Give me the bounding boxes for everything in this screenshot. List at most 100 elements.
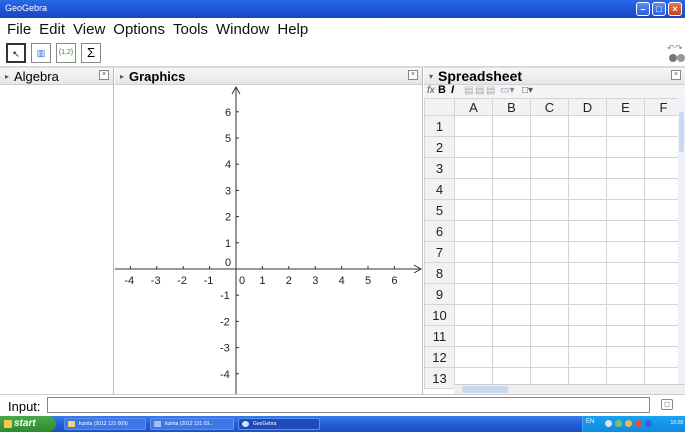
cell-e10[interactable]: [606, 304, 645, 326]
row-header-9[interactable]: 9: [424, 283, 455, 305]
cell-c3[interactable]: [530, 157, 569, 179]
cell-a3[interactable]: [454, 157, 493, 179]
row-header-10[interactable]: 10: [424, 304, 455, 326]
redo-icon[interactable]: ↷: [675, 43, 685, 53]
cell-f1[interactable]: [644, 115, 683, 137]
formula-icon[interactable]: fx: [427, 85, 435, 96]
row-header-7[interactable]: 7: [424, 241, 455, 263]
italic-button[interactable]: I: [451, 84, 454, 96]
cell-f12[interactable]: [644, 346, 683, 368]
cell-a1[interactable]: [454, 115, 493, 137]
cell-b7[interactable]: [492, 241, 531, 263]
cell-f9[interactable]: [644, 283, 683, 305]
cell-a8[interactable]: [454, 262, 493, 284]
column-header-f[interactable]: F: [644, 98, 683, 116]
cell-f7[interactable]: [644, 241, 683, 263]
cell-c12[interactable]: [530, 346, 569, 368]
cell-b3[interactable]: [492, 157, 531, 179]
cell-c2[interactable]: [530, 136, 569, 158]
cell-d3[interactable]: [568, 157, 607, 179]
cell-e9[interactable]: [606, 283, 645, 305]
cell-c1[interactable]: [530, 115, 569, 137]
cell-b11[interactable]: [492, 325, 531, 347]
taskbar-item-geogebra[interactable]: GeoGebra: [238, 418, 320, 430]
row-header-3[interactable]: 3: [424, 157, 455, 179]
cell-e4[interactable]: [606, 178, 645, 200]
cell-c7[interactable]: [530, 241, 569, 263]
cell-d7[interactable]: [568, 241, 607, 263]
menu-view[interactable]: View: [73, 21, 105, 38]
spreadsheet-vertical-scrollbar[interactable]: [678, 98, 685, 384]
cell-e5[interactable]: [606, 199, 645, 221]
cell-a10[interactable]: [454, 304, 493, 326]
network-icon[interactable]: [605, 420, 612, 427]
align-center-icon[interactable]: ▤: [475, 85, 484, 96]
collapse-icon[interactable]: ▸: [120, 72, 124, 81]
algebra-close-icon[interactable]: ×: [99, 70, 109, 80]
cell-e12[interactable]: [606, 346, 645, 368]
cell-d8[interactable]: [568, 262, 607, 284]
cell-a5[interactable]: [454, 199, 493, 221]
maximize-button[interactable]: □: [652, 2, 666, 16]
cell-e2[interactable]: [606, 136, 645, 158]
algebra-panel[interactable]: ▸ Algebra ×: [0, 67, 114, 394]
menu-edit[interactable]: Edit: [39, 21, 65, 38]
menu-window[interactable]: Window: [216, 21, 269, 38]
cell-b1[interactable]: [492, 115, 531, 137]
cell-d11[interactable]: [568, 325, 607, 347]
list-tool-icon[interactable]: {1,2}: [56, 43, 76, 63]
cell-e3[interactable]: [606, 157, 645, 179]
bold-button[interactable]: B: [438, 84, 446, 96]
cell-f8[interactable]: [644, 262, 683, 284]
row-header-2[interactable]: 2: [424, 136, 455, 158]
security-icon[interactable]: [625, 420, 632, 427]
cell-a7[interactable]: [454, 241, 493, 263]
cell-c5[interactable]: [530, 199, 569, 221]
cell-d2[interactable]: [568, 136, 607, 158]
sum-tool-icon[interactable]: Σ: [81, 43, 101, 63]
cell-c11[interactable]: [530, 325, 569, 347]
row-header-11[interactable]: 11: [424, 325, 455, 347]
cell-d12[interactable]: [568, 346, 607, 368]
settings-icon[interactable]: [677, 54, 685, 62]
cell-f3[interactable]: [644, 157, 683, 179]
graphics-canvas[interactable]: -4-3-2-101234566543210-1-2-3-4-5: [115, 85, 423, 394]
cell-b4[interactable]: [492, 178, 531, 200]
cell-f10[interactable]: [644, 304, 683, 326]
cell-a4[interactable]: [454, 178, 493, 200]
cell-a9[interactable]: [454, 283, 493, 305]
input-field[interactable]: [47, 397, 650, 413]
column-header-e[interactable]: E: [606, 98, 645, 116]
column-header-c[interactable]: C: [530, 98, 569, 116]
menu-help[interactable]: Help: [277, 21, 308, 38]
menu-file[interactable]: File: [7, 21, 31, 38]
close-button[interactable]: ×: [668, 2, 682, 16]
graphics-close-icon[interactable]: ×: [408, 70, 418, 80]
cell-c10[interactable]: [530, 304, 569, 326]
row-header-4[interactable]: 4: [424, 178, 455, 200]
minimize-button[interactable]: –: [636, 2, 650, 16]
row-header-6[interactable]: 6: [424, 220, 455, 242]
cell-f2[interactable]: [644, 136, 683, 158]
row-header-8[interactable]: 8: [424, 262, 455, 284]
row-header-13[interactable]: 13: [424, 367, 455, 389]
column-header-d[interactable]: D: [568, 98, 607, 116]
background-color-icon[interactable]: ▭▾: [500, 85, 514, 96]
cell-b2[interactable]: [492, 136, 531, 158]
cell-e11[interactable]: [606, 325, 645, 347]
graphics-panel[interactable]: ▸ Graphics × -4 -3 -2 -1 0 1 2 3 4 5 6 6 5 4 3 2 1 0 -1 -2 -…: [115, 67, 423, 394]
cell-a6[interactable]: [454, 220, 493, 242]
input-help-icon[interactable]: ◻: [661, 399, 673, 410]
cell-a2[interactable]: [454, 136, 493, 158]
cell-b6[interactable]: [492, 220, 531, 242]
cell-e1[interactable]: [606, 115, 645, 137]
taskbar-item-folder[interactable]: kuinta (2012 121 009): [64, 418, 146, 430]
cell-d6[interactable]: [568, 220, 607, 242]
spreadsheet-horizontal-scrollbar[interactable]: [454, 384, 685, 394]
menu-options[interactable]: Options: [113, 21, 165, 38]
border-icon[interactable]: □▾: [522, 85, 533, 96]
cell-b5[interactable]: [492, 199, 531, 221]
cell-d10[interactable]: [568, 304, 607, 326]
cell-a12[interactable]: [454, 346, 493, 368]
move-tool-icon[interactable]: ↖: [6, 43, 26, 63]
